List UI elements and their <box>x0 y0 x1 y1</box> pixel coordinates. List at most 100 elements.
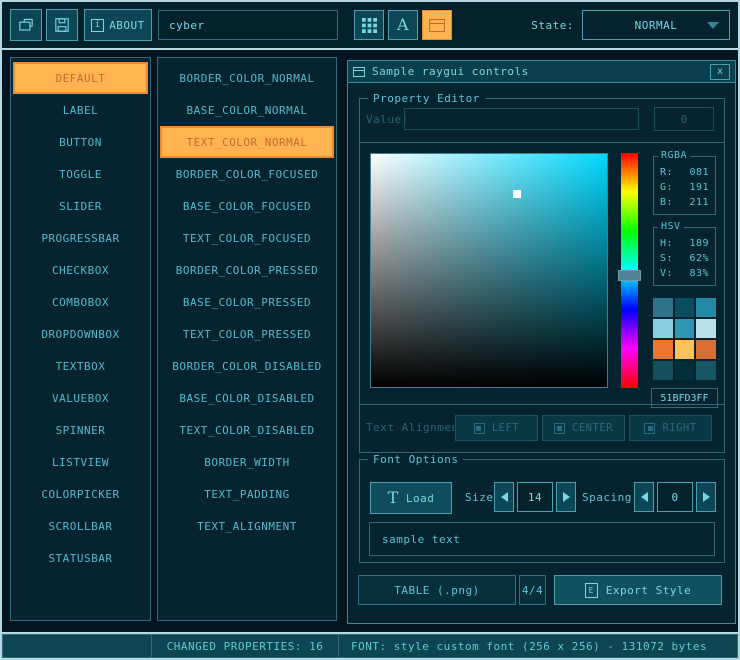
align-left-button[interactable]: LEFT <box>455 415 538 441</box>
color-picker-box: RGBA R:081 G:191 B:211 HSV H:189 S:62% V… <box>359 142 725 405</box>
state-label: State: <box>531 19 574 32</box>
property-item[interactable]: BORDER_COLOR_NORMAL <box>158 62 336 94</box>
controls-item-colorpicker[interactable]: COLORPICKER <box>11 478 150 510</box>
window-titlebar: Sample raygui controls x <box>348 61 735 83</box>
about-button[interactable]: i ABOUT <box>84 9 152 41</box>
color-swatch[interactable] <box>675 319 695 338</box>
controls-item-progressbar[interactable]: PROGRESSBAR <box>11 222 150 254</box>
export-style-label: Export Style <box>606 584 691 597</box>
font-test-button[interactable]: A <box>388 10 418 40</box>
color-swatch[interactable] <box>675 340 695 359</box>
color-swatch[interactable] <box>696 361 716 380</box>
controls-item-default[interactable]: DEFAULT <box>13 62 148 94</box>
property-editor-group: Property Editor Value: 0 RGBA R:081 <box>359 98 725 453</box>
size-value[interactable]: 14 <box>517 482 553 512</box>
color-swatch[interactable] <box>675 361 695 380</box>
close-button[interactable]: x <box>710 64 730 80</box>
color-swatch[interactable] <box>696 298 716 317</box>
rgba-label: RGBA <box>658 150 690 161</box>
color-swatch[interactable] <box>653 298 673 317</box>
state-dropdown[interactable]: NORMAL <box>582 10 730 40</box>
triangle-left-icon <box>501 492 508 502</box>
properties-list: BORDER_COLOR_NORMAL BASE_COLOR_NORMAL TE… <box>157 57 337 621</box>
property-item[interactable]: BASE_COLOR_PRESSED <box>158 286 336 318</box>
h-label: H: <box>660 236 673 251</box>
controls-item-dropdownbox[interactable]: DROPDOWNBOX <box>11 318 150 350</box>
export-style-button[interactable]: E Export Style <box>554 575 722 605</box>
save-style-button[interactable] <box>46 9 78 41</box>
r-label: R: <box>660 165 673 180</box>
value-button[interactable]: 0 <box>654 107 714 131</box>
property-item[interactable]: TEXT_COLOR_PRESSED <box>158 318 336 350</box>
property-item[interactable]: BORDER_COLOR_DISABLED <box>158 350 336 382</box>
property-item[interactable]: BORDER_COLOR_FOCUSED <box>158 158 336 190</box>
align-left-icon <box>474 423 485 434</box>
font-atlas-button[interactable] <box>354 10 384 40</box>
color-values-column: RGBA R:081 G:191 B:211 HSV H:189 S:62% V… <box>653 156 716 408</box>
value-label: Value: <box>366 113 409 126</box>
hue-slider[interactable] <box>621 153 638 388</box>
property-item[interactable]: BORDER_COLOR_PRESSED <box>158 254 336 286</box>
controls-item-spinner[interactable]: SPINNER <box>11 414 150 446</box>
spacing-increase-button[interactable] <box>696 482 716 512</box>
spacing-decrease-button[interactable] <box>634 482 654 512</box>
color-swatch[interactable] <box>653 340 673 359</box>
controls-item-textbox[interactable]: TEXTBOX <box>11 350 150 382</box>
color-cursor[interactable] <box>513 190 521 198</box>
controls-item-slider[interactable]: SLIDER <box>11 190 150 222</box>
size-increase-button[interactable] <box>556 482 576 512</box>
size-decrease-button[interactable] <box>494 482 514 512</box>
controls-item-button[interactable]: BUTTON <box>11 126 150 158</box>
controls-item-label[interactable]: LABEL <box>11 94 150 126</box>
align-center-button[interactable]: CENTER <box>542 415 625 441</box>
color-saturation-panel[interactable] <box>370 153 608 388</box>
controls-item-valuebox[interactable]: VALUEBOX <box>11 382 150 414</box>
controls-preview-button[interactable] <box>422 10 452 40</box>
property-item[interactable]: TEXT_COLOR_FOCUSED <box>158 222 336 254</box>
status-font-info: FONT: style custom font (256 x 256) - 13… <box>339 634 738 658</box>
value-input[interactable] <box>404 108 639 130</box>
font-load-button[interactable]: T Load <box>370 482 452 514</box>
controls-item-statusbar[interactable]: STATUSBAR <box>11 542 150 574</box>
color-swatch[interactable] <box>653 361 673 380</box>
property-item-selected[interactable]: TEXT_COLOR_NORMAL <box>160 126 334 158</box>
color-swatch[interactable] <box>675 298 695 317</box>
window-title: Sample raygui controls <box>372 65 703 78</box>
property-item[interactable]: TEXT_COLOR_DISABLED <box>158 414 336 446</box>
controls-item-scrollbar[interactable]: SCROLLBAR <box>11 510 150 542</box>
align-right-button[interactable]: RIGHT <box>629 415 712 441</box>
letter-t-icon: T <box>388 490 399 506</box>
property-item[interactable]: BASE_COLOR_NORMAL <box>158 94 336 126</box>
b-value: 211 <box>689 195 709 210</box>
folder-open-icon <box>17 16 35 34</box>
controls-item-combobox[interactable]: COMBOBOX <box>11 286 150 318</box>
table-export-button[interactable]: TABLE (.png) <box>358 575 516 605</box>
property-item[interactable]: TEXT_PADDING <box>158 478 336 510</box>
color-swatch[interactable] <box>696 319 716 338</box>
sample-text-box[interactable]: sample text <box>369 522 715 556</box>
controls-item-toggle[interactable]: TOGGLE <box>11 158 150 190</box>
controls-item-checkbox[interactable]: CHECKBOX <box>11 254 150 286</box>
hsv-label: HSV <box>658 221 684 232</box>
v-value: 83% <box>689 266 709 281</box>
spacing-value[interactable]: 0 <box>657 482 693 512</box>
color-swatch[interactable] <box>696 340 716 359</box>
property-item[interactable]: BORDER_WIDTH <box>158 446 336 478</box>
floppy-save-icon <box>53 16 71 34</box>
property-item[interactable]: BASE_COLOR_FOCUSED <box>158 190 336 222</box>
sample-text: sample text <box>382 533 460 546</box>
style-name-input[interactable] <box>158 10 338 40</box>
open-style-button[interactable] <box>10 9 42 41</box>
chevron-down-icon <box>707 22 719 29</box>
property-item[interactable]: TEXT_ALIGNMENT <box>158 510 336 542</box>
hex-value-box[interactable]: 51BFD3FF <box>651 388 718 408</box>
align-left-label: LEFT <box>492 422 519 434</box>
rguistyler-app: i ABOUT A State: NORMAL <box>0 0 740 660</box>
s-value: 62% <box>689 251 709 266</box>
hue-slider-handle[interactable] <box>618 270 641 281</box>
controls-item-listview[interactable]: LISTVIEW <box>11 446 150 478</box>
s-label: S: <box>660 251 673 266</box>
color-swatch[interactable] <box>653 319 673 338</box>
property-item[interactable]: BASE_COLOR_DISABLED <box>158 382 336 414</box>
align-right-label: RIGHT <box>662 422 696 434</box>
